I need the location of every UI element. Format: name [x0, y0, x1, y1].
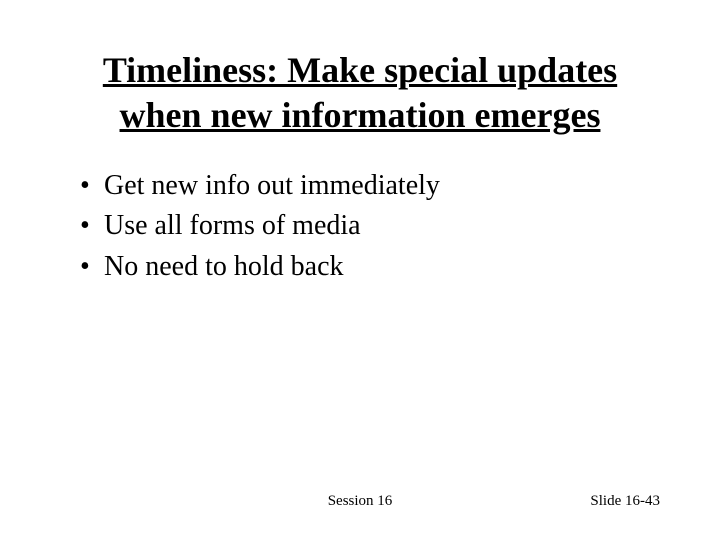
bullet-item: Use all forms of media [80, 208, 660, 244]
footer-slide-number: Slide 16-43 [590, 493, 660, 510]
bullet-item: No need to hold back [80, 249, 660, 285]
bullet-item: Get new info out immediately [80, 168, 660, 204]
slide-title: Timeliness: Make special updates when ne… [60, 48, 660, 138]
slide-container: Timeliness: Make special updates when ne… [0, 0, 720, 540]
slide-footer: Session 16 Slide 16-43 [0, 493, 720, 510]
footer-session: Session 16 [328, 493, 393, 510]
bullet-list: Get new info out immediately Use all for… [60, 168, 660, 285]
